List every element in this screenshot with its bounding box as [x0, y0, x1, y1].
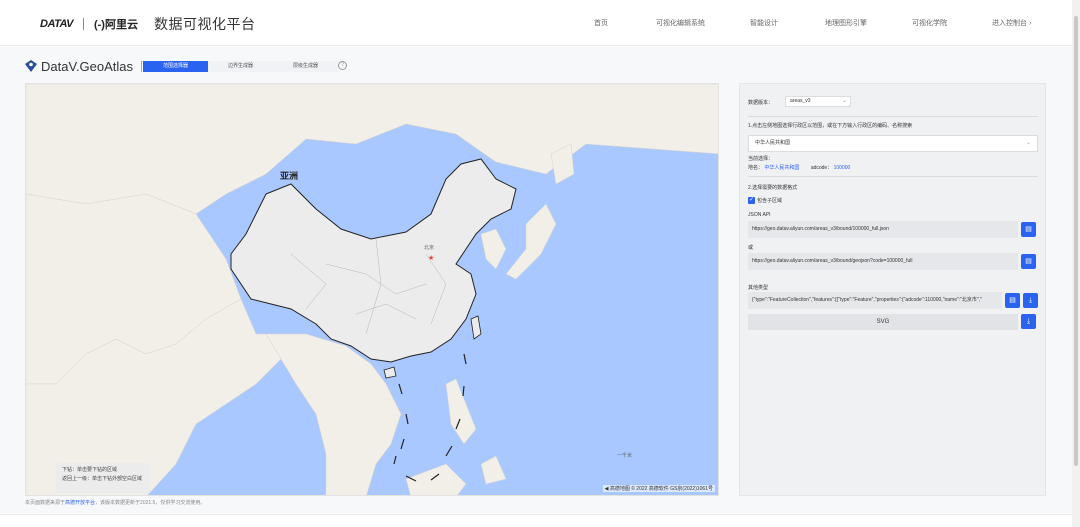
- tip-return: 返回上一级：单击下钻外部空白区域: [62, 476, 143, 482]
- adcode-label: adcode：: [810, 165, 833, 171]
- geoatlas-brand: DataV.GeoAtlas: [41, 58, 134, 74]
- version-label: 数据版本：: [748, 100, 774, 106]
- download-svg-button[interactable]: ⤓: [1021, 314, 1036, 329]
- include-subregions-label: 包含子区域: [757, 198, 783, 204]
- help-icon[interactable]: ?: [338, 61, 347, 70]
- tab-boundary-generator[interactable]: 边界生成器: [208, 61, 273, 72]
- region-search-value: 中华人民共和国: [755, 140, 791, 146]
- current-selection: 地名： 中华人民共和国 adcode： 100000: [748, 164, 850, 171]
- tool-tabs: 范围选择器 边界生成器 层级生成器: [143, 61, 338, 72]
- include-subregions-checkbox[interactable]: ✓ 包含子区域: [748, 197, 782, 204]
- tip-drilldown: 下钻：单击要下钻的区域: [62, 467, 118, 473]
- region-search-select[interactable]: 中华人民共和国 ⌄: [748, 135, 1038, 152]
- land-philippines: [445, 378, 507, 485]
- divider: [748, 116, 1038, 117]
- chevron-down-icon: ⌄: [841, 98, 847, 104]
- capital-star-icon: ★: [428, 255, 435, 262]
- amap-link[interactable]: 高德开放平台: [65, 500, 95, 506]
- nav-item-academy[interactable]: 可视化学院: [912, 18, 947, 28]
- version-value: areas_v3: [790, 98, 811, 104]
- version-row: 数据版本： areas_v3 ⌄: [748, 96, 851, 107]
- top-navigation-bar: DATAV (-)阿里云 数据可视化平台 首页 可视化编辑系统 智能设计 地理图…: [0, 0, 1080, 46]
- region-name-value: 中华人民共和国: [764, 165, 800, 171]
- copy-json-api-button[interactable]: ▤: [1021, 222, 1036, 237]
- json-api-url-field[interactable]: https://geo.datav.aliyun.com/areas_v3/bo…: [748, 221, 1018, 238]
- json-api-label: JSON API: [748, 212, 771, 218]
- divider: [748, 176, 1038, 177]
- geojson-preview-field[interactable]: {"type":"FeatureCollection","features":[…: [748, 292, 1002, 309]
- nav-item-editor[interactable]: 可视化编辑系统: [656, 18, 705, 28]
- chevron-down-icon: ⌄: [1025, 140, 1031, 146]
- capital-label: 北京: [424, 245, 435, 251]
- geoatlas-header: DataV.GeoAtlas: [25, 57, 143, 75]
- other-types-label: 其他类型: [748, 285, 769, 291]
- step2-text: 2.选择需要的数据格式: [748, 185, 798, 191]
- region-name-label: 地名：: [748, 165, 764, 171]
- map-scale: 一千米: [616, 453, 632, 459]
- geoatlas-logo[interactable]: DataV.GeoAtlas: [25, 58, 143, 74]
- footnote-prefix: 本页面数据来源于: [25, 500, 66, 506]
- geojson-url-field[interactable]: https://geo.datav.aliyun.com/areas_v3/bo…: [748, 253, 1018, 270]
- nav-item-smart-design[interactable]: 智能设计: [750, 18, 778, 28]
- bottom-bar: [0, 514, 1072, 527]
- settings-panel: 数据版本： areas_v3 ⌄ 1.点击左侧地图选择行政区以范围，或在下方输入…: [739, 83, 1046, 496]
- copy-geojson-url-button[interactable]: ▤: [1021, 254, 1036, 269]
- page-scrollbar[interactable]: [1072, 0, 1080, 527]
- land-north-asia: [26, 84, 718, 215]
- nav-item-geo-engine[interactable]: 地理图形引擎: [825, 18, 867, 28]
- download-geojson-button[interactable]: ⤓: [1023, 293, 1038, 308]
- nav-item-console[interactable]: 进入控制台 ›: [992, 18, 1031, 28]
- alt-label: 或: [748, 245, 754, 251]
- data-source-note: 本页面数据来源于高德开放平台，该版本数据更新于2021.5，仅供学习交流使用。: [25, 499, 205, 506]
- map-instructions: 下钻：单击要下钻的区域 返回上一级：单击下钻外部空白区域: [56, 463, 150, 493]
- region-label-asia: 亚洲: [280, 171, 299, 181]
- version-select[interactable]: areas_v3 ⌄: [785, 96, 851, 107]
- svg-button[interactable]: SVG: [748, 314, 1018, 330]
- main-nav: 首页 可视化编辑系统 智能设计 地理图形引擎 可视化学院 进入控制台 ›: [0, 18, 1080, 32]
- copy-geojson-button[interactable]: ▤: [1005, 293, 1020, 308]
- nav-item-home[interactable]: 首页: [594, 18, 608, 28]
- map-attribution: ◀ 高德地图 © 2022 高德软件 GS京(2022)1061号: [602, 485, 715, 492]
- step1-text: 1.点击左侧地图选择行政区以范围，或在下方输入行政区的编码、名称搜索: [748, 123, 913, 129]
- check-icon: ✓: [748, 197, 755, 204]
- adcode-value: 100000: [833, 165, 851, 171]
- brand-divider: [141, 60, 143, 72]
- map-canvas[interactable]: 亚洲 北京 ★ 一千米 下钻：单击要下钻的区域 返回上一级：单击下钻外部空白区域…: [25, 83, 719, 496]
- footnote-suffix: ，该版本数据更新于2021.5，仅供学习交流使用。: [95, 500, 206, 506]
- tab-range-selector[interactable]: 范围选择器: [143, 61, 208, 72]
- tab-level-generator[interactable]: 层级生成器: [273, 61, 338, 72]
- hainan-island: [383, 366, 397, 379]
- map-pin-icon: [25, 60, 37, 72]
- scrollbar-thumb[interactable]: [1074, 16, 1078, 466]
- current-selection-label: 当前选择：: [748, 156, 774, 162]
- map-geography[interactable]: [26, 84, 719, 496]
- taiwan-island: [470, 315, 482, 340]
